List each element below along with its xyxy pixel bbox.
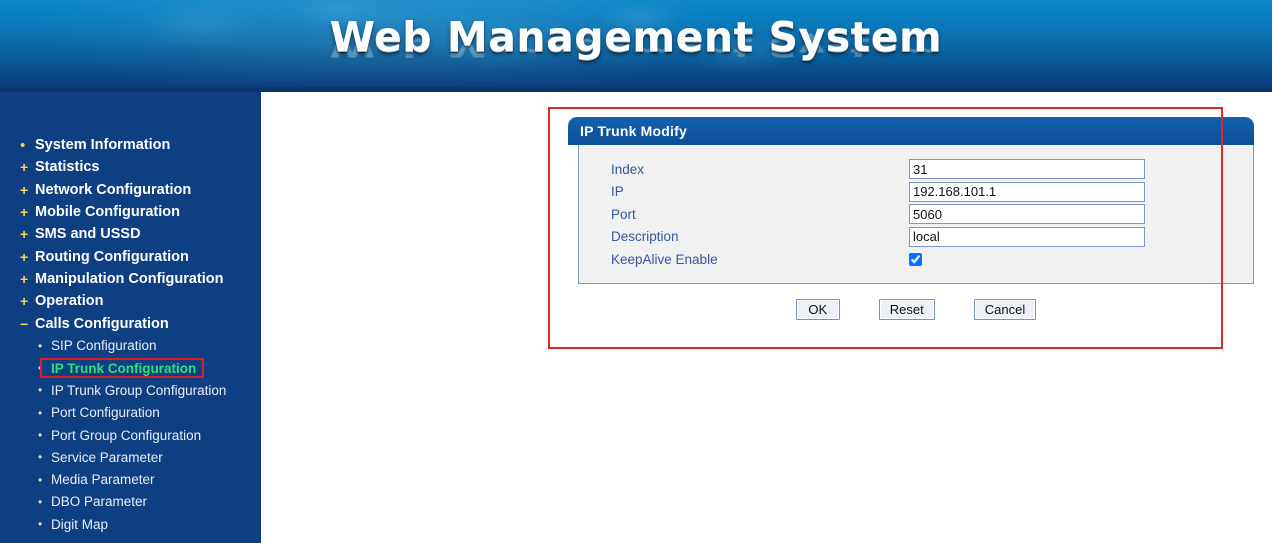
sidebar-item-label: Digit Map xyxy=(51,516,109,532)
sidebar-item-label: IP Trunk Group Configuration xyxy=(51,382,227,398)
sidebar-item-label: Manipulation Configuration xyxy=(35,270,224,287)
plus-icon[interactable]: + xyxy=(20,250,35,264)
form-row-ip: IP xyxy=(579,181,1253,204)
dialog-title-bar: IP Trunk Modify xyxy=(568,117,1254,145)
bullet-icon: • xyxy=(38,361,43,376)
sidebar-item-manipulation-configuration[interactable]: + Manipulation Configuration xyxy=(0,268,261,290)
sidebar-item-ip-trunk-configuration[interactable]: • IP Trunk Configuration xyxy=(0,357,261,379)
plus-icon[interactable]: + xyxy=(20,294,35,308)
banner-title: Web Management System xyxy=(329,13,943,61)
sidebar-item-label: IP Trunk Configuration xyxy=(51,360,197,376)
plus-icon[interactable]: + xyxy=(20,272,35,286)
ip-input[interactable] xyxy=(909,181,1145,202)
sidebar-item-label: Statistics xyxy=(35,159,100,176)
bullet-icon: • xyxy=(38,472,43,487)
sidebar-item-label: Mobile Configuration xyxy=(35,204,180,221)
sidebar-item-system-information[interactable]: • System Information xyxy=(0,134,261,156)
sidebar-item-label: Port Configuration xyxy=(51,405,160,421)
index-label: Index xyxy=(611,161,645,177)
ip-label: IP xyxy=(611,184,624,200)
sidebar-item-label: Operation xyxy=(35,293,104,310)
form-row-description: Description xyxy=(579,226,1253,249)
bullet-icon: • xyxy=(38,517,43,532)
sidebar-item-label: Network Configuration xyxy=(35,181,192,198)
bullet-icon: • xyxy=(38,494,43,509)
sidebar-item-sms-and-ussd[interactable]: + SMS and USSD xyxy=(0,223,261,245)
form-row-keepalive: KeepAlive Enable xyxy=(579,248,1253,271)
sidebar-item-label: Routing Configuration xyxy=(35,248,189,265)
sidebar-item-digit-map[interactable]: • Digit Map xyxy=(0,513,261,535)
sidebar-item-label: SIP Configuration xyxy=(51,338,157,354)
sidebar: • System Information + Statistics + Netw… xyxy=(0,92,261,543)
plus-icon[interactable]: + xyxy=(20,227,35,241)
sidebar-item-mobile-configuration[interactable]: + Mobile Configuration xyxy=(0,201,261,223)
description-input[interactable] xyxy=(909,226,1145,247)
sidebar-item-label: SMS and USSD xyxy=(35,226,141,243)
bullet-icon: • xyxy=(38,383,43,398)
minus-icon[interactable]: − xyxy=(20,317,35,331)
sidebar-item-service-parameter[interactable]: • Service Parameter xyxy=(0,446,261,468)
ok-button[interactable]: OK xyxy=(795,298,840,320)
bullet-icon: • xyxy=(20,136,26,154)
bullet-icon: • xyxy=(38,450,43,465)
plus-icon[interactable]: + xyxy=(20,160,35,174)
sidebar-item-network-configuration[interactable]: + Network Configuration xyxy=(0,179,261,201)
app-banner: Web Management System Web Management Sys… xyxy=(0,0,1272,92)
bullet-icon: • xyxy=(38,428,43,442)
keepalive-checkbox[interactable] xyxy=(909,252,922,266)
port-label: Port xyxy=(611,206,636,222)
sidebar-item-port-configuration[interactable]: • Port Configuration xyxy=(0,402,261,424)
form-row-port: Port xyxy=(579,203,1253,226)
form-row-index: Index xyxy=(579,158,1253,181)
sidebar-item-routing-configuration[interactable]: + Routing Configuration xyxy=(0,245,261,267)
plus-icon[interactable]: + xyxy=(20,183,35,197)
sidebar-item-dbo-parameter[interactable]: • DBO Parameter xyxy=(0,491,261,513)
sidebar-item-port-group-configuration[interactable]: • Port Group Configuration xyxy=(0,424,261,446)
sidebar-item-label: DBO Parameter xyxy=(51,494,148,510)
reset-button[interactable]: Reset xyxy=(878,298,935,320)
sidebar-item-media-parameter[interactable]: • Media Parameter xyxy=(0,468,261,490)
bullet-icon: • xyxy=(38,405,43,420)
index-input[interactable] xyxy=(909,159,1145,180)
description-label: Description xyxy=(611,229,679,245)
plus-icon[interactable]: + xyxy=(20,205,35,219)
sidebar-item-label: Calls Configuration xyxy=(35,315,169,332)
ip-trunk-modify-dialog: IP Trunk Modify Index IP Port Descriptio… xyxy=(568,117,1254,320)
sidebar-item-label: Media Parameter xyxy=(51,472,155,488)
sidebar-item-label: Service Parameter xyxy=(51,449,163,465)
dialog-form-panel: Index IP Port Description KeepAlive Enab… xyxy=(578,145,1254,284)
cancel-button[interactable]: Cancel xyxy=(973,298,1037,320)
navigation-menu: • System Information + Statistics + Netw… xyxy=(0,134,261,535)
port-input[interactable] xyxy=(909,204,1145,225)
sidebar-item-label: Port Group Configuration xyxy=(51,427,202,443)
dialog-action-bar: OK Reset Cancel xyxy=(578,298,1254,320)
sidebar-item-ip-trunk-group-configuration[interactable]: • IP Trunk Group Configuration xyxy=(0,379,261,401)
sidebar-item-label: System Information xyxy=(35,137,171,154)
sidebar-item-calls-configuration[interactable]: − Calls Configuration xyxy=(0,312,261,334)
bullet-icon: • xyxy=(38,338,43,353)
sidebar-item-operation[interactable]: + Operation xyxy=(0,290,261,312)
keepalive-label: KeepAlive Enable xyxy=(611,251,718,267)
sidebar-item-sip-configuration[interactable]: • SIP Configuration xyxy=(0,335,261,357)
dialog-title: IP Trunk Modify xyxy=(580,123,687,139)
sidebar-item-statistics[interactable]: + Statistics xyxy=(0,156,261,178)
